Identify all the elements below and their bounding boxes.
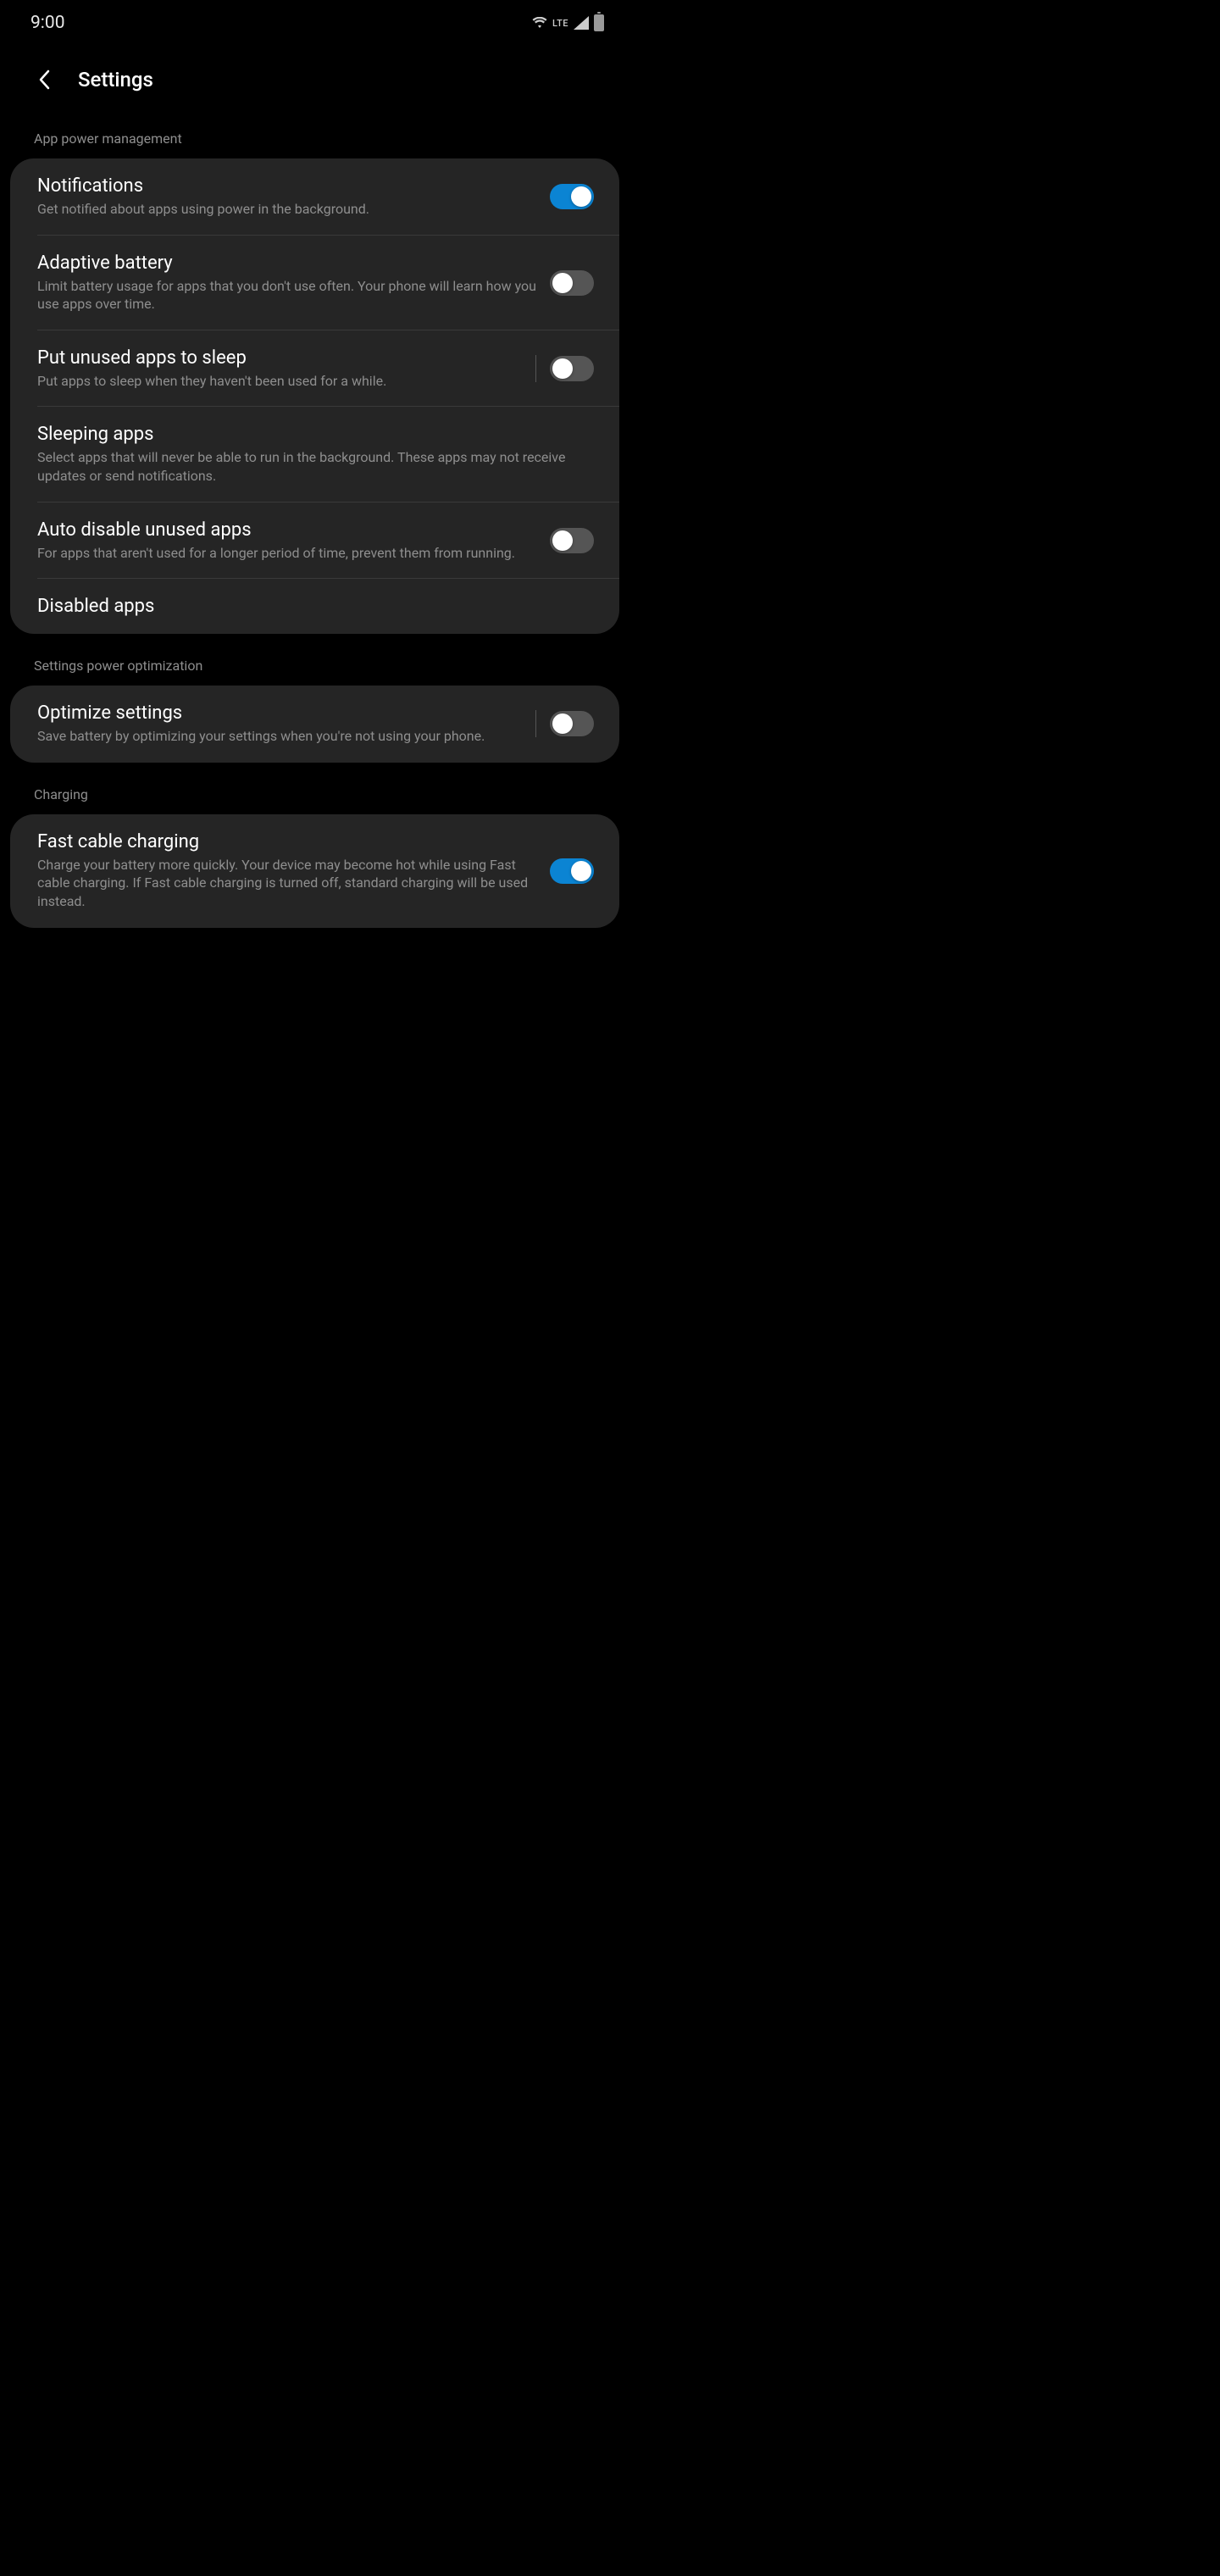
card-optimization: Optimize settings Save battery by optimi…	[10, 686, 619, 763]
row-text: Fast cable charging Charge your battery …	[37, 831, 536, 911]
status-bar: 9:00 LTE	[0, 0, 629, 42]
row-put-unused-sleep[interactable]: Put unused apps to sleep Put apps to sle…	[10, 330, 619, 408]
row-desc: Limit battery usage for apps that you do…	[37, 277, 536, 314]
row-text: Optimize settings Save battery by optimi…	[37, 702, 518, 746]
row-desc: Put apps to sleep when they haven't been…	[37, 372, 518, 391]
card-app-power: Notifications Get notified about apps us…	[10, 158, 619, 634]
row-title: Adaptive battery	[37, 253, 536, 274]
row-adaptive-battery[interactable]: Adaptive battery Limit battery usage for…	[10, 236, 619, 330]
toggle-optimize-settings[interactable]	[550, 711, 594, 736]
row-fast-charging[interactable]: Fast cable charging Charge your battery …	[10, 814, 619, 928]
row-title: Disabled apps	[37, 596, 594, 617]
toggle-knob	[552, 358, 573, 379]
row-title: Sleeping apps	[37, 424, 594, 445]
row-divider	[535, 710, 536, 737]
header-bar: Settings	[0, 42, 629, 117]
row-desc: Save battery by optimizing your settings…	[37, 727, 518, 746]
row-text: Notifications Get notified about apps us…	[37, 175, 536, 219]
row-text: Disabled apps	[37, 596, 594, 617]
row-text: Adaptive battery Limit battery usage for…	[37, 253, 536, 314]
toggle-knob	[571, 186, 591, 207]
row-disabled-apps[interactable]: Disabled apps	[10, 579, 619, 634]
status-time: 9:00	[30, 13, 65, 33]
row-text: Auto disable unused apps For apps that a…	[37, 519, 536, 563]
section-header-optimization: Settings power optimization	[3, 634, 626, 686]
toggle-knob	[552, 273, 573, 293]
toggle-knob	[571, 861, 591, 881]
row-text: Sleeping apps Select apps that will neve…	[37, 424, 594, 485]
row-desc: Get notified about apps using power in t…	[37, 200, 536, 219]
lte-label: LTE	[552, 18, 568, 29]
row-title: Optimize settings	[37, 702, 518, 724]
row-desc: Charge your battery more quickly. Your d…	[37, 856, 536, 911]
toggle-adaptive-battery[interactable]	[550, 270, 594, 296]
content: App power management Notifications Get n…	[0, 117, 629, 928]
toggle-auto-disable[interactable]	[550, 528, 594, 553]
row-text: Put unused apps to sleep Put apps to sle…	[37, 347, 518, 391]
row-title: Auto disable unused apps	[37, 519, 536, 541]
card-charging: Fast cable charging Charge your battery …	[10, 814, 619, 928]
row-auto-disable[interactable]: Auto disable unused apps For apps that a…	[10, 502, 619, 580]
row-notifications[interactable]: Notifications Get notified about apps us…	[10, 158, 619, 236]
battery-icon	[594, 14, 604, 31]
row-title: Notifications	[37, 175, 536, 197]
wifi-icon	[532, 17, 547, 29]
toggle-knob	[552, 530, 573, 551]
row-sleeping-apps[interactable]: Sleeping apps Select apps that will neve…	[10, 407, 619, 502]
row-desc: Select apps that will never be able to r…	[37, 448, 594, 485]
section-header-charging: Charging	[3, 763, 626, 814]
toggle-notifications[interactable]	[550, 184, 594, 209]
toggle-knob	[552, 713, 573, 734]
row-desc: For apps that aren't used for a longer p…	[37, 544, 536, 563]
row-title: Put unused apps to sleep	[37, 347, 518, 369]
page-title: Settings	[78, 68, 153, 92]
toggle-fast-charging[interactable]	[550, 858, 594, 884]
row-optimize-settings[interactable]: Optimize settings Save battery by optimi…	[10, 686, 619, 763]
row-divider	[535, 355, 536, 382]
row-title: Fast cable charging	[37, 831, 536, 852]
status-icons: LTE	[532, 14, 604, 31]
toggle-put-unused-sleep[interactable]	[550, 356, 594, 381]
section-header-app-power: App power management	[3, 117, 626, 158]
signal-icon	[574, 16, 589, 30]
back-button[interactable]	[34, 69, 54, 90]
